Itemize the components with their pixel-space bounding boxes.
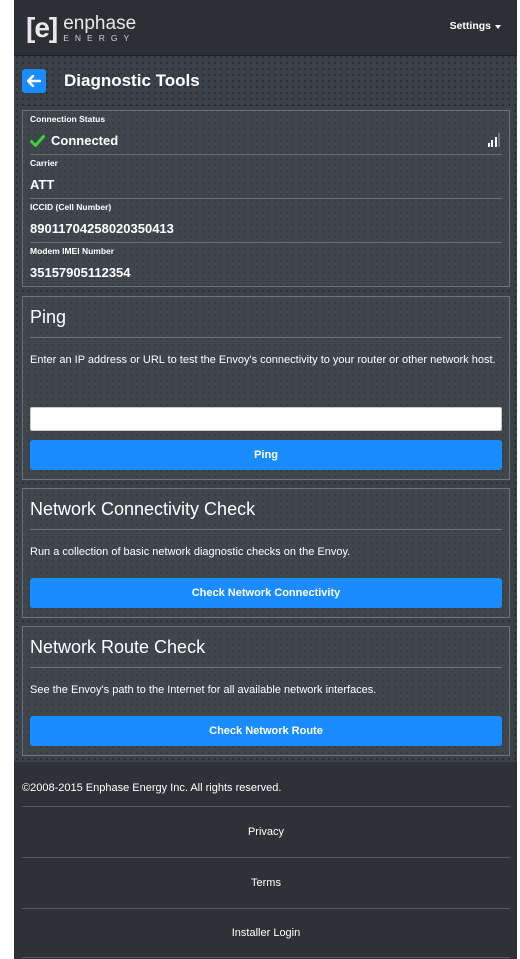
logo-brand: enphase xyxy=(63,12,137,34)
top-navbar: [e] enphase ENERGY Settings xyxy=(14,0,517,56)
ping-panel: Ping Enter an IP address or URL to test … xyxy=(22,296,510,480)
iccid-value: 89011704258020350413 xyxy=(30,221,174,236)
page-title: Diagnostic Tools xyxy=(64,71,200,90)
route-description: See the Envoy's path to the Internet for… xyxy=(30,684,377,696)
settings-label: Settings xyxy=(449,20,491,32)
iccid-row: ICCID (Cell Number) 89011704258020350413 xyxy=(30,199,502,243)
connectivity-title: Network Connectivity Check xyxy=(30,499,256,519)
iccid-label: ICCID (Cell Number) xyxy=(30,202,112,212)
logo-subtitle: ENERGY xyxy=(63,32,136,43)
connectivity-description: Run a collection of basic network diagno… xyxy=(30,546,351,558)
enphase-logo[interactable]: [e] enphase ENERGY xyxy=(26,8,136,48)
connection-status-row: Connection Status Connected xyxy=(30,111,502,155)
footer: ©2008-2015 Enphase Energy Inc. All right… xyxy=(14,762,517,959)
route-title: Network Route Check xyxy=(30,637,206,657)
ping-address-input[interactable] xyxy=(30,407,502,431)
ping-title: Ping xyxy=(30,307,67,327)
installer-login-link[interactable]: Installer Login xyxy=(22,908,510,958)
ping-description: Enter an IP address or URL to test the E… xyxy=(30,354,496,366)
carrier-row: Carrier ATT xyxy=(30,155,502,199)
carrier-label: Carrier xyxy=(30,158,58,168)
connection-status-label: Connection Status xyxy=(30,114,106,124)
imei-row: Modem IMEI Number 35157905112354 xyxy=(30,243,502,287)
carrier-value: ATT xyxy=(30,177,55,192)
privacy-link[interactable]: Privacy xyxy=(22,806,510,857)
checkmark-icon xyxy=(30,134,45,147)
app-frame: [e] enphase ENERGY Settings Diagnostic T… xyxy=(14,0,517,959)
page-header: Diagnostic Tools xyxy=(22,67,200,95)
settings-dropdown[interactable]: Settings xyxy=(450,20,501,32)
copyright-text: ©2008-2015 Enphase Energy Inc. All right… xyxy=(22,782,282,794)
check-network-connectivity-button[interactable]: Check Network Connectivity xyxy=(30,578,502,608)
imei-label: Modem IMEI Number xyxy=(30,246,115,256)
ping-button[interactable]: Ping xyxy=(30,440,502,470)
connection-status-value: Connected xyxy=(51,133,119,148)
imei-value: 35157905112354 xyxy=(30,265,131,280)
logo-mark: [e] xyxy=(26,12,58,43)
check-network-route-button[interactable]: Check Network Route xyxy=(30,716,502,746)
caret-down-icon xyxy=(495,24,501,29)
arrow-left-icon xyxy=(27,75,41,87)
back-button[interactable] xyxy=(22,69,46,93)
connection-status-panel: Connection Status Connected Carrier ATT … xyxy=(22,110,510,287)
network-route-panel: Network Route Check See the Envoy's path… xyxy=(22,626,510,756)
terms-link[interactable]: Terms xyxy=(22,857,510,908)
network-connectivity-panel: Network Connectivity Check Run a collect… xyxy=(22,488,510,618)
signal-strength-icon xyxy=(487,133,500,147)
